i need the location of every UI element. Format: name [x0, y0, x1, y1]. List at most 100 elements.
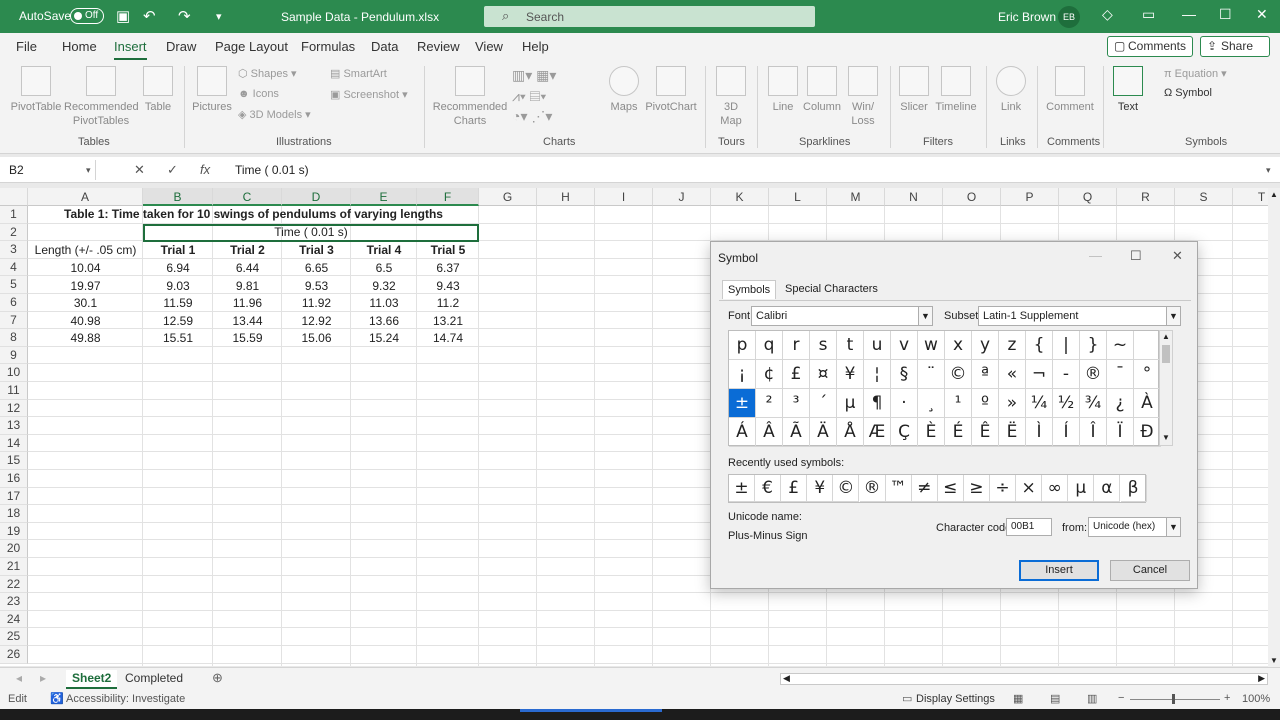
row-header[interactable]: 9: [0, 346, 28, 365]
table-cell[interactable]: 15.59: [213, 330, 282, 347]
share-button[interactable]: ⇪ Share: [1200, 36, 1270, 57]
column-header[interactable]: L: [769, 188, 827, 206]
zoom-level[interactable]: 100%: [1242, 693, 1270, 705]
row-header[interactable]: 14: [0, 434, 28, 453]
subset-select[interactable]: Latin-1 Supplement ▼: [978, 306, 1181, 326]
recommended-charts-button[interactable]: Recommended Charts: [432, 66, 508, 128]
sheet-tab-sheet2[interactable]: Sheet2: [66, 670, 118, 689]
timeline-button[interactable]: Timeline: [932, 66, 980, 114]
column-header[interactable]: M: [827, 188, 885, 206]
recent-symbol-cell[interactable]: ≤: [937, 475, 964, 502]
slicer-button[interactable]: Slicer: [896, 66, 932, 114]
header-cell[interactable]: Trial 4: [351, 242, 417, 259]
symbol-cell[interactable]: u: [864, 331, 891, 360]
header-cell[interactable]: Length (+/- .05 cm): [28, 242, 143, 259]
symbol-cell[interactable]: »: [999, 389, 1026, 418]
symbol-cell[interactable]: È: [918, 418, 945, 447]
symbol-cell[interactable]: [1134, 331, 1161, 360]
symbol-cell[interactable]: Æ: [864, 418, 891, 447]
symbol-cell[interactable]: Ë: [999, 418, 1026, 447]
recent-symbol-cell[interactable]: ®: [859, 475, 886, 502]
column-header[interactable]: H: [537, 188, 595, 206]
symbol-cell[interactable]: ¶: [864, 389, 891, 418]
symbol-cell[interactable]: Ç: [891, 418, 918, 447]
smartart-button[interactable]: ▤ SmartArt: [330, 67, 387, 80]
symbol-cell[interactable]: À: [1134, 389, 1161, 418]
table-cell[interactable]: 6.37: [417, 260, 479, 277]
row-header[interactable]: 3: [0, 241, 28, 259]
recent-symbol-cell[interactable]: £: [781, 475, 808, 502]
table-cell[interactable]: 30.1: [28, 295, 143, 312]
symbol-cell[interactable]: {: [1026, 331, 1053, 360]
normal-view-icon[interactable]: ▦: [1013, 692, 1023, 705]
recent-symbol-cell[interactable]: ≥: [963, 475, 990, 502]
recent-symbol-cell[interactable]: ©: [833, 475, 860, 502]
symbol-cell[interactable]: p: [729, 331, 756, 360]
symbol-cell[interactable]: ¡: [729, 360, 756, 389]
table-cell[interactable]: 11.59: [143, 295, 213, 312]
tab-special-characters[interactable]: Special Characters: [780, 280, 883, 298]
symbol-cell[interactable]: ¹: [945, 389, 972, 418]
symbol-cell[interactable]: ´: [810, 389, 837, 418]
table-cell[interactable]: 11.2: [417, 295, 479, 312]
symbol-cell[interactable]: º: [972, 389, 999, 418]
page-layout-view-icon[interactable]: ▤: [1050, 692, 1060, 705]
header-cell[interactable]: Trial 5: [417, 242, 479, 259]
column-header[interactable]: S: [1175, 188, 1233, 206]
table-cell[interactable]: 15.24: [351, 330, 417, 347]
line-chart-icon[interactable]: ⩘▾ ▤▾: [512, 88, 546, 105]
row-header[interactable]: 24: [0, 610, 28, 629]
ribbon-display-icon[interactable]: ▭: [1142, 6, 1155, 23]
table-cell[interactable]: 6.94: [143, 260, 213, 277]
3d-map-button[interactable]: 3D Map: [712, 66, 750, 128]
row-header[interactable]: 13: [0, 417, 28, 435]
symbol-cell[interactable]: }: [1080, 331, 1107, 360]
table-cell[interactable]: 6.44: [213, 260, 282, 277]
tab-home[interactable]: Home: [62, 39, 97, 54]
table-cell[interactable]: 9.32: [351, 278, 417, 295]
symbol-cell[interactable]: ¼: [1026, 389, 1053, 418]
symbol-cell[interactable]: Á: [729, 418, 756, 447]
table-cell[interactable]: 13.66: [351, 313, 417, 330]
table-cell[interactable]: 11.96: [213, 295, 282, 312]
symbol-cell[interactable]: Å: [837, 418, 864, 447]
row-header[interactable]: 16: [0, 470, 28, 488]
symbol-cell[interactable]: «: [999, 360, 1026, 389]
table-button[interactable]: Table: [140, 66, 176, 114]
sparkline-winloss-button[interactable]: Win/ Loss: [846, 66, 880, 128]
text-button[interactable]: Text: [1110, 66, 1146, 114]
recent-symbol-cell[interactable]: ÷: [990, 475, 1016, 502]
table-cell[interactable]: 9.81: [213, 278, 282, 295]
column-header[interactable]: Q: [1059, 188, 1117, 206]
screenshot-button[interactable]: ▣ Screenshot ▾: [330, 88, 408, 101]
accessibility-status[interactable]: Accessibility: Investigate: [66, 693, 185, 705]
tab-view[interactable]: View: [475, 39, 503, 54]
cancel-icon[interactable]: ✕: [134, 162, 145, 178]
maximize-icon[interactable]: ☐: [1219, 6, 1232, 23]
symbol-cell[interactable]: t: [837, 331, 864, 360]
symbol-cell[interactable]: ¾: [1080, 389, 1107, 418]
row-header[interactable]: 26: [0, 646, 28, 664]
expand-formula-icon[interactable]: ▾: [1266, 165, 1271, 176]
document-title[interactable]: Sample Data - Pendulum.xlsx: [281, 10, 439, 24]
sheet-title-cell[interactable]: Table 1: Time taken for 10 swings of pen…: [28, 206, 479, 223]
symbol-cell[interactable]: Ê: [972, 418, 999, 447]
3d-models-button[interactable]: ◈ 3D Models ▾: [238, 108, 311, 121]
symbol-cell[interactable]: s: [810, 331, 837, 360]
symbol-cell[interactable]: ¬: [1026, 360, 1053, 389]
column-header[interactable]: G: [479, 188, 537, 206]
symbol-cell[interactable]: ~: [1107, 331, 1134, 360]
row-header[interactable]: 7: [0, 311, 28, 330]
diamond-icon[interactable]: ◇: [1102, 6, 1113, 23]
zoom-slider-thumb[interactable]: [1172, 694, 1175, 704]
symbol-cell[interactable]: ¯: [1107, 360, 1134, 389]
symbol-grid[interactable]: p q r s t u v w x y z{|} ~ ¡ ¢ £ ¤ ¥ ¦ § ¨ © ª «¬ - ® ¯ ° ± ² ³ ´ µ ¶ · ¸ ¹…: [728, 330, 1161, 447]
header-cell[interactable]: Trial 3: [282, 242, 351, 259]
avatar[interactable]: EB: [1058, 6, 1080, 28]
sheet-tab-completed[interactable]: Completed: [119, 670, 189, 687]
row-header[interactable]: 11: [0, 382, 28, 400]
table-cell[interactable]: 6.5: [351, 260, 417, 277]
row-header[interactable]: 19: [0, 522, 28, 541]
recent-symbol-cell[interactable]: α: [1094, 475, 1121, 502]
sparkline-column-button[interactable]: Column: [802, 66, 842, 114]
